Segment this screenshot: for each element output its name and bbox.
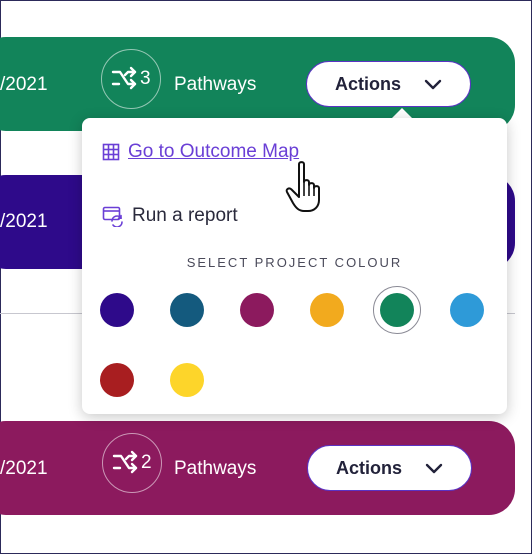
shuffle-icon [112, 450, 138, 474]
colour-swatch[interactable] [310, 293, 344, 327]
colour-swatch[interactable] [170, 363, 204, 397]
pathways-label: Pathways [174, 74, 257, 95]
actions-label: Actions [336, 458, 403, 478]
pathways-circle[interactable]: 2 [102, 433, 162, 493]
menu-item-label: Run a report [132, 205, 238, 226]
actions-button[interactable]: Actions [307, 445, 472, 491]
colour-swatch[interactable] [170, 293, 204, 327]
project-date: /2021 [0, 74, 48, 95]
project-card-green[interactable]: /2021 3 Pathways Actions [0, 37, 515, 131]
grid-icon [102, 143, 120, 161]
project-card-magenta[interactable]: /2021 2 Pathways Actions [0, 421, 515, 515]
colour-section-heading: SELECT PROJECT COLOUR [186, 255, 403, 270]
shuffle-icon [111, 66, 137, 90]
colour-swatch[interactable] [240, 293, 274, 327]
project-date: /2021 [0, 211, 48, 232]
colour-swatch[interactable] [380, 293, 414, 327]
menu-item-outcome-map[interactable]: Go to Outcome Map [102, 140, 299, 164]
menu-item-label: Go to Outcome Map [128, 141, 300, 162]
hand-pointer-icon [285, 161, 320, 212]
colour-swatch[interactable] [450, 293, 484, 327]
pathways-count: 2 [141, 452, 152, 473]
actions-button[interactable]: Actions [306, 61, 471, 107]
pathways-label: Pathways [174, 458, 257, 479]
actions-label: Actions [335, 74, 402, 94]
colour-swatch[interactable] [100, 293, 134, 327]
project-date: /2021 [0, 458, 48, 479]
colour-swatch[interactable] [100, 363, 134, 397]
chevron-down-icon [425, 463, 443, 474]
report-refresh-icon [102, 206, 123, 227]
chevron-down-icon [424, 79, 442, 90]
pathways-circle[interactable]: 3 [101, 49, 161, 109]
menu-item-run-report[interactable]: Run a report [102, 204, 238, 228]
dropdown-caret [392, 108, 412, 118]
pathways-count: 3 [140, 68, 151, 89]
